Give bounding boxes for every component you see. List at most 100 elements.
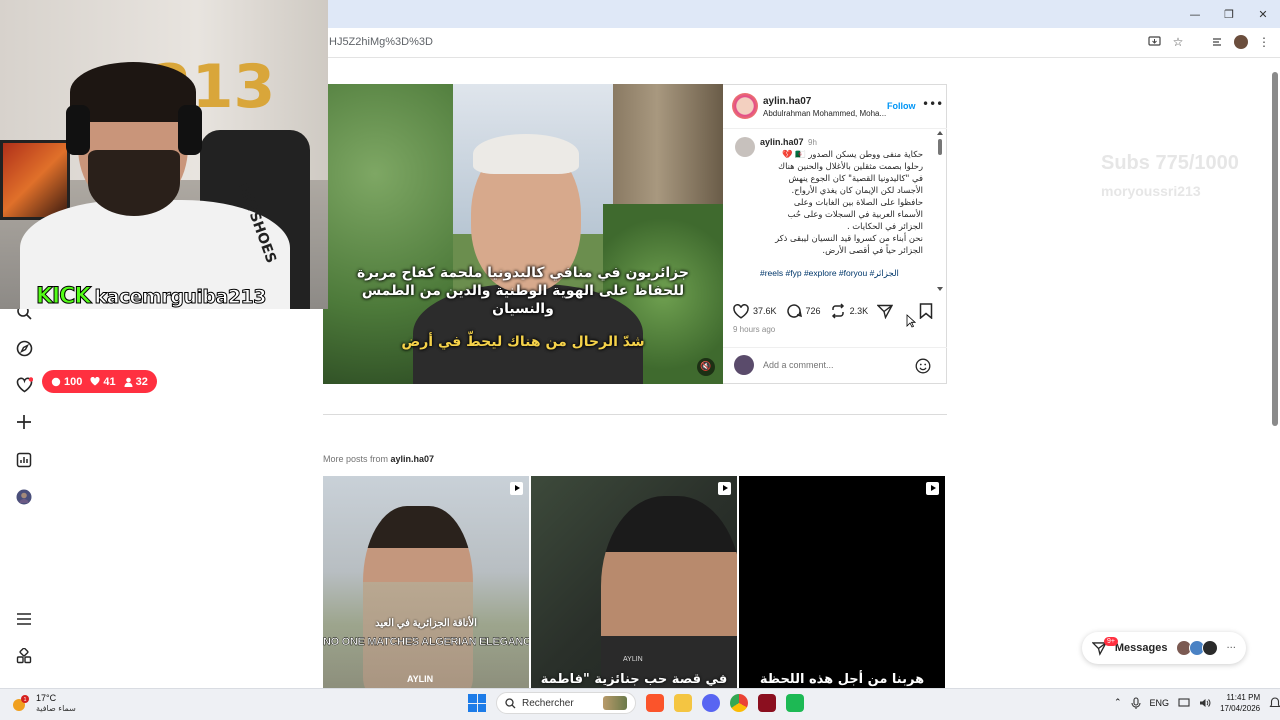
like-count-label: 37.6K — [753, 306, 777, 316]
caption-line: الجزائر في الحكايات . — [846, 221, 923, 231]
more-post-thumbnail[interactable]: هربنا من أجل هذه اللحظة — [739, 476, 945, 688]
audio-credit[interactable]: Abdulrahman Mohammed, Moha... — [763, 109, 887, 118]
address-bar[interactable]: HJ5Z2hiMg%3D%3D — [329, 36, 433, 48]
page-scrollbar-thumb[interactable] — [1272, 72, 1278, 426]
file-explorer-icon[interactable] — [674, 694, 692, 712]
author-username[interactable]: aylin.ha07 — [763, 96, 811, 107]
comment-icon[interactable] — [786, 303, 802, 319]
more-post-thumbnail[interactable]: AYLIN في قصة حب جنائزية "فاطمة — [531, 476, 737, 688]
comment-bubble-icon — [51, 377, 61, 386]
tray-chevron-icon[interactable]: ⌃ — [1114, 698, 1122, 708]
comment-input[interactable] — [763, 360, 903, 370]
post-caption: حكاية منفى ووطن يسكن الصدور 🇩🇿 💔 رحلوا ب… — [753, 148, 923, 256]
menu-kebab-icon[interactable]: ⋮ — [1256, 33, 1272, 51]
toolbar-spacer — [1194, 33, 1202, 51]
search-icon — [505, 697, 516, 708]
thumb-watermark: AYLIN — [407, 674, 434, 684]
more-options-icon[interactable]: ••• — [922, 97, 943, 111]
thumb-caption-en: NO ONE MATCHES ALGERIAN ELEGANCE ON EID — [323, 636, 529, 648]
minimize-button[interactable]: — — [1178, 0, 1212, 28]
caption-author-avatar[interactable] — [735, 137, 755, 157]
notifications-heart-icon[interactable] — [14, 375, 34, 395]
bookmark-star-icon[interactable]: ☆ — [1170, 33, 1186, 51]
comment-count: 100 — [51, 376, 82, 388]
share-send-icon[interactable] — [877, 304, 894, 319]
kick-logo: KICK — [35, 284, 91, 310]
post-video[interactable]: جزائريون في منافي كاليدونيا ملحمة كفاح م… — [323, 84, 723, 384]
post-hashtags[interactable]: #reels #fyp #explore #foryou #الجزائر — [760, 268, 899, 279]
more-post-thumbnail[interactable]: الأناقة الجزائرية في العيد NO ONE MATCHE… — [323, 476, 529, 688]
install-app-icon[interactable] — [1146, 33, 1162, 51]
caption-author-username[interactable]: aylin.ha07 — [760, 137, 804, 147]
thumb-watermark: AYLIN — [623, 656, 643, 663]
thumb-caption-ar: هربنا من أجل هذه اللحظة — [759, 672, 925, 687]
save-bookmark-icon[interactable] — [919, 303, 933, 324]
message-avatars — [1176, 640, 1219, 656]
caption-scrollbar[interactable] — [937, 131, 943, 291]
tab-search-icon[interactable] — [1210, 33, 1226, 51]
input-language[interactable]: ENG — [1150, 698, 1170, 708]
author-avatar[interactable] — [732, 93, 758, 119]
system-clock[interactable]: 11:41 PM 17/04/2026 — [1220, 692, 1260, 714]
like-count: 41 — [90, 375, 116, 388]
streamer-beard — [88, 150, 180, 216]
notification-summary-pill[interactable]: 100 41 32 — [42, 370, 157, 393]
toolbar-icons: ☆ ⋮ — [1146, 33, 1272, 51]
network-icon[interactable] — [1178, 698, 1190, 708]
like-count-value: 41 — [103, 375, 116, 388]
caption-line: رحلوا بصمت مثقلين بالأغلال والحنين هناك — [778, 161, 923, 171]
like-heart-icon[interactable] — [733, 303, 749, 319]
taskbar-apps: Rechercher — [468, 692, 804, 714]
profile-avatar[interactable] — [14, 487, 34, 507]
microphone-icon[interactable] — [1130, 696, 1141, 710]
caption-line: حافظوا على الصلاة بين الغابات وعلى — [793, 197, 923, 207]
thumb-caption-ar: في قصة حب جنائزية "فاطمة — [540, 672, 728, 687]
also-from-meta-icon[interactable] — [14, 646, 34, 666]
comment-box — [723, 347, 947, 385]
discord-icon[interactable] — [702, 694, 720, 712]
webcam-overlay: 213 NETSHOES KICK kacemrguiba213 — [0, 0, 328, 309]
close-window-button[interactable]: ✕ — [1246, 0, 1280, 28]
repost-icon[interactable] — [830, 303, 846, 319]
taskbar-search[interactable]: Rechercher — [496, 692, 636, 714]
more-posts-username[interactable]: aylin.ha07 — [391, 454, 435, 464]
kick-channel-banner: KICK kacemrguiba213 — [35, 284, 266, 310]
caption-scrollbar-thumb[interactable] — [938, 139, 942, 155]
more-posts-prefix: More posts from — [323, 454, 391, 464]
notification-bell-icon[interactable] — [1269, 697, 1280, 709]
profile-avatar-icon[interactable] — [1234, 35, 1248, 49]
comment-action[interactable]: 726 — [786, 303, 821, 319]
clock-date: 17/04/2026 — [1220, 704, 1261, 713]
repost-action[interactable]: 2.3K — [830, 303, 868, 319]
caption-line: الجزائر حياً في أقصى الأرض. — [822, 245, 923, 255]
weather-moon-icon: 1 — [13, 694, 29, 711]
video-caption-line1: جزائريون في منافي كاليدونيا ملحمة كفاح م… — [356, 265, 689, 281]
acrobat-icon[interactable] — [758, 694, 776, 712]
caption-line: الأجساد لكن الإيمان كان يغذي الأرواح. — [791, 185, 923, 195]
weather-widget[interactable]: 1 17°C سماء صافية — [10, 693, 76, 714]
person-icon — [124, 377, 133, 387]
dashboard-chart-icon[interactable] — [14, 450, 34, 470]
brave-browser-icon[interactable] — [646, 694, 664, 712]
video-caption-white: جزائريون في منافي كاليدونيا ملحمة كفاح م… — [343, 264, 703, 318]
caption-line: الأسماء العربية في السجلات وعلى حُب — [787, 209, 923, 219]
volume-icon[interactable] — [1199, 698, 1211, 708]
create-plus-icon[interactable] — [14, 412, 34, 432]
windows-start-icon[interactable] — [468, 694, 486, 712]
follow-button[interactable]: Follow — [887, 101, 916, 111]
emoji-smiley-icon[interactable] — [915, 358, 931, 379]
follower-count-value: 32 — [135, 375, 148, 388]
like-action[interactable]: 37.6K — [733, 303, 777, 319]
chrome-icon[interactable] — [730, 694, 748, 712]
more-posts-heading: More posts from aylin.ha07 — [323, 454, 434, 464]
caption-time: 9h — [808, 138, 817, 147]
explore-compass-icon[interactable] — [14, 338, 34, 358]
more-menu-icon[interactable] — [14, 609, 34, 629]
weather-temperature: 17°C — [36, 693, 57, 703]
app-icon[interactable] — [786, 694, 804, 712]
restore-button[interactable]: ❐ — [1212, 0, 1246, 28]
messages-button[interactable]: 9+ Messages ··· — [1082, 632, 1246, 664]
follower-count: 32 — [124, 376, 148, 388]
reel-badge-icon — [510, 482, 523, 495]
mute-icon[interactable]: 🔇 — [697, 358, 715, 376]
